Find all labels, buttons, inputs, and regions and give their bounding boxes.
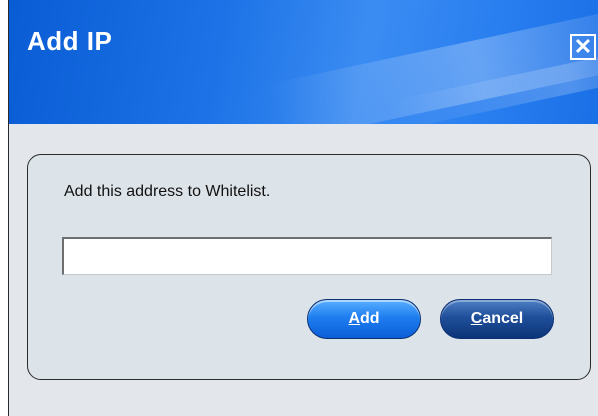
add-button[interactable]: Add: [307, 299, 421, 339]
dialog-title: Add IP: [27, 26, 113, 56]
whitelist-panel: Add this address to Whitelist. Add Cance…: [27, 154, 591, 380]
cancel-button-mnemonic: C: [470, 310, 483, 327]
add-button-mnemonic: A: [348, 310, 360, 327]
ip-address-input[interactable]: [62, 237, 552, 275]
add-ip-dialog: Add IP ✕ Add this address to Whitelist. …: [8, 0, 598, 416]
cancel-button-label: ancel: [482, 310, 524, 327]
whitelist-prompt: Add this address to Whitelist.: [64, 183, 271, 200]
close-icon: ✕: [573, 34, 593, 59]
cancel-button[interactable]: Cancel: [440, 299, 554, 339]
dialog-titlebar: Add IP ✕: [9, 0, 598, 124]
add-button-label: dd: [360, 310, 380, 327]
close-button[interactable]: ✕: [570, 34, 596, 60]
